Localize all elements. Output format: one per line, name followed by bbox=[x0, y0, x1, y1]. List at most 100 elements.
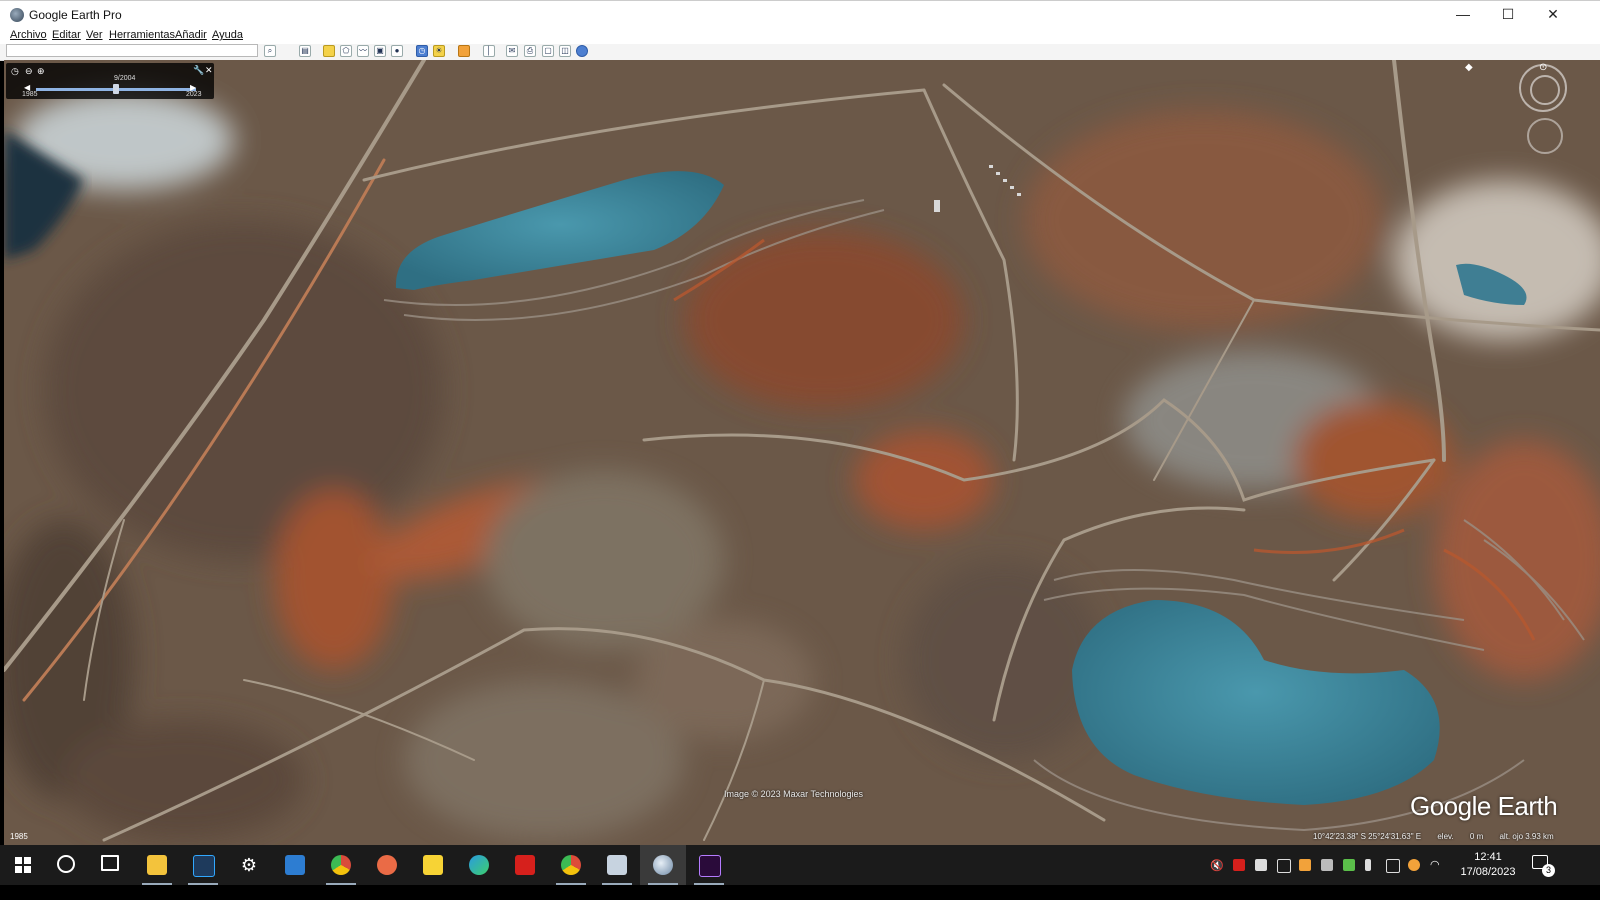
notification-center-button[interactable]: 3 bbox=[1530, 853, 1555, 877]
title-bar: Google Earth Pro — ☐ ✕ bbox=[0, 0, 1600, 28]
search-icon[interactable]: ⌕ bbox=[264, 45, 276, 57]
volume-muted-icon[interactable]: 🔇 bbox=[1210, 859, 1224, 872]
taskbar-search-button[interactable] bbox=[44, 845, 90, 885]
clock-date: 17/08/2023 bbox=[1460, 866, 1516, 878]
coordinates-readout: 10°42'23.38" S 25°24'31.63" E bbox=[1313, 832, 1422, 841]
map-status-bar: 10°42'23.38" S 25°24'31.63" E elev. 0 m … bbox=[1313, 832, 1568, 841]
task-view-icon bbox=[101, 855, 119, 871]
zoom-out-icon[interactable]: ⊖ bbox=[25, 66, 33, 77]
tray-green-icon[interactable] bbox=[1343, 859, 1355, 871]
chrome-icon bbox=[561, 855, 581, 875]
taskbar-settings[interactable]: ⚙ bbox=[226, 845, 272, 885]
taskbar-google-earth[interactable] bbox=[640, 845, 686, 885]
window-icon bbox=[607, 855, 627, 875]
taskbar-clock[interactable]: 12:41 17/08/2023 bbox=[1448, 850, 1528, 880]
placemark-icon[interactable] bbox=[323, 45, 335, 57]
wifi-icon[interactable]: ◠ bbox=[1430, 859, 1442, 871]
menu-herramientas[interactable]: Herramientas bbox=[109, 29, 175, 41]
close-button[interactable]: ✕ bbox=[1530, 1, 1576, 29]
wrench-icon[interactable]: 🔧 bbox=[193, 65, 204, 76]
path-icon[interactable]: 〰 bbox=[357, 45, 369, 57]
edge-icon bbox=[469, 855, 489, 875]
tray-update-icon[interactable] bbox=[1386, 859, 1400, 873]
taskbar-premiere[interactable] bbox=[686, 845, 732, 885]
taskbar-chrome-profile[interactable] bbox=[318, 845, 364, 885]
zoom-in-icon[interactable]: ⊕ bbox=[37, 66, 45, 77]
gear-icon: ⚙ bbox=[240, 855, 258, 875]
taskbar-edge[interactable] bbox=[456, 845, 502, 885]
record-tour-icon[interactable]: ● bbox=[391, 45, 403, 57]
tray-mic-icon[interactable] bbox=[1365, 859, 1371, 871]
tray-orange-icon[interactable] bbox=[1299, 859, 1311, 871]
taskbar-sticky-notes[interactable] bbox=[410, 845, 456, 885]
menu-editar[interactable]: Editar bbox=[52, 29, 81, 41]
photoshop-icon bbox=[193, 855, 215, 877]
clock-icon[interactable]: ◷ bbox=[11, 66, 19, 77]
clock-time: 12:41 bbox=[1474, 851, 1502, 863]
task-view-button[interactable] bbox=[88, 845, 134, 885]
sidebar-toggle-icon[interactable]: ▤ bbox=[299, 45, 311, 57]
tray-square-icon[interactable] bbox=[1277, 859, 1291, 873]
zoom-control[interactable] bbox=[1527, 118, 1563, 154]
mail-icon bbox=[285, 855, 305, 875]
taskbar-photoshop[interactable] bbox=[180, 845, 226, 885]
tray-avast-icon[interactable] bbox=[1408, 859, 1420, 871]
polygon-icon[interactable]: ⬠ bbox=[340, 45, 352, 57]
chrome-icon bbox=[331, 855, 351, 875]
slider-thumb[interactable] bbox=[113, 84, 119, 94]
save-image-icon[interactable]: ▢ bbox=[542, 45, 554, 57]
sky-toggle-icon[interactable]: ◆ bbox=[1465, 62, 1473, 73]
menu-archivo[interactable]: Archivo bbox=[10, 29, 47, 41]
menu-anadir[interactable]: Añadir bbox=[175, 29, 207, 41]
menu-ver[interactable]: Ver bbox=[86, 29, 103, 41]
planets-icon[interactable] bbox=[458, 45, 470, 57]
view-in-maps-icon[interactable]: ◫ bbox=[559, 45, 571, 57]
taskbar-mail[interactable] bbox=[272, 845, 318, 885]
slider-current-date: 9/2004 bbox=[114, 75, 136, 82]
menu-bar: Archivo Editar Ver Herramientas Añadir A… bbox=[0, 28, 1600, 44]
sticky-notes-icon bbox=[423, 855, 443, 875]
historical-imagery-icon[interactable]: ◷ bbox=[416, 45, 428, 57]
google-earth-app-icon bbox=[10, 8, 24, 22]
taskbar-acrobat[interactable] bbox=[502, 845, 548, 885]
time-slider[interactable]: ◷ ⊖ ⊕ 🔧 ✕ 9/2004 ◀ ▶ 1985 2023 bbox=[6, 63, 214, 99]
navigation-ring[interactable] bbox=[1519, 64, 1567, 112]
email-icon[interactable]: ✉ bbox=[506, 45, 518, 57]
folder-icon bbox=[147, 855, 167, 875]
sun-icon[interactable]: ☀ bbox=[433, 45, 445, 57]
elevation-value: 0 m bbox=[1469, 832, 1484, 841]
tray-printer-icon[interactable] bbox=[1321, 859, 1333, 871]
tray-app-icon[interactable] bbox=[1255, 859, 1267, 871]
slider-start-year: 1985 bbox=[22, 91, 38, 98]
globe-icon[interactable] bbox=[576, 45, 588, 57]
maximize-button[interactable]: ☐ bbox=[1485, 1, 1531, 29]
paint-icon bbox=[377, 855, 397, 875]
toolbar: ⌕ ▤ ⬠ 〰 ▣ ● ◷ ☀ │ ✉ ⎙ ▢ ◫ bbox=[0, 44, 1600, 61]
print-icon[interactable]: ⎙ bbox=[524, 45, 536, 57]
screen-bottom-edge bbox=[0, 885, 1600, 900]
satellite-map-view[interactable] bbox=[4, 60, 1600, 845]
windows-icon bbox=[15, 857, 31, 873]
window-title: Google Earth Pro bbox=[29, 8, 122, 22]
taskbar-explorer-window[interactable] bbox=[594, 845, 640, 885]
eye-altitude: alt. ojo 3.93 km bbox=[1499, 832, 1554, 841]
ruler-icon[interactable]: │ bbox=[483, 45, 495, 57]
premiere-icon bbox=[699, 855, 721, 877]
taskbar-file-explorer[interactable] bbox=[134, 845, 180, 885]
google-earth-icon bbox=[653, 855, 673, 875]
taskbar-chrome[interactable] bbox=[548, 845, 594, 885]
minimize-button[interactable]: — bbox=[1440, 1, 1486, 29]
image-overlay-icon[interactable]: ▣ bbox=[374, 45, 386, 57]
elevation-label: elev. bbox=[1437, 832, 1454, 841]
google-earth-logo: Google Earth bbox=[1410, 791, 1558, 821]
acrobat-icon bbox=[515, 855, 535, 875]
imagery-year-label: 1985 bbox=[10, 832, 28, 841]
windows-taskbar: ⚙ 🔇 ◠ 12:41 17/08/2023 3 bbox=[0, 845, 1600, 885]
tray-acrobat-icon[interactable] bbox=[1233, 859, 1245, 871]
start-button[interactable] bbox=[0, 845, 46, 885]
search-input[interactable] bbox=[6, 44, 258, 57]
menu-ayuda[interactable]: Ayuda bbox=[212, 29, 243, 41]
close-slider-icon[interactable]: ✕ bbox=[205, 65, 213, 76]
taskbar-paint[interactable] bbox=[364, 845, 410, 885]
notification-badge: 3 bbox=[1542, 864, 1555, 877]
